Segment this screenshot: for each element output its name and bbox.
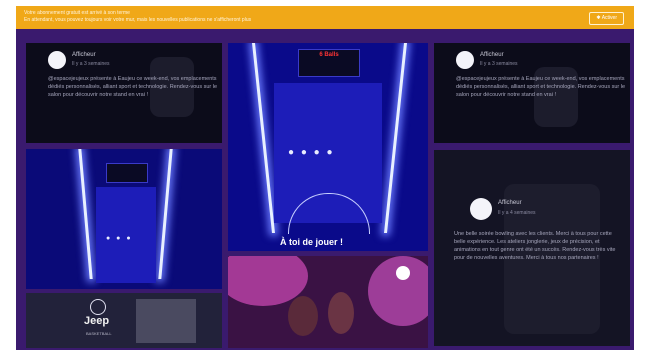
- post-card-3[interactable]: Afficheur Il y a 4 semaines Une belle so…: [434, 150, 630, 346]
- avatar: [470, 198, 492, 220]
- post-date: Il y a 3 semaines: [72, 61, 110, 67]
- light-strip: [158, 149, 173, 279]
- court-photo-small[interactable]: ● ● ●: [26, 149, 222, 289]
- banner-line-1: Votre abonnement gratuit est arrivé à so…: [24, 10, 130, 16]
- jeep-logo: Jeep: [84, 315, 110, 327]
- ball-rack-icon: ● ● ● ●: [288, 147, 335, 158]
- party-photo[interactable]: [228, 256, 428, 348]
- basketball-icon: [90, 299, 106, 315]
- screen-panel: [136, 299, 196, 343]
- scoreboard: 6 Balls: [298, 49, 360, 77]
- post-date: Il y a 3 semaines: [480, 61, 518, 67]
- post-date: Il y a 4 semaines: [498, 210, 536, 216]
- scoreboard: [106, 163, 148, 183]
- scoreboard-label: 6 Balls: [319, 52, 339, 58]
- court-photo-large[interactable]: 6 Balls ● ● ● ● À toi de jouer !: [228, 43, 428, 251]
- post-author: Afficheur: [480, 52, 504, 58]
- post-card-1[interactable]: Afficheur Il y a 3 semaines @espacejeuje…: [26, 43, 222, 143]
- post-author: Afficheur: [498, 200, 522, 206]
- jeep-photo[interactable]: Jeep BASKETBALL: [26, 293, 222, 348]
- banner-line-2: En attendant, vous pouvez toujours voir …: [24, 17, 252, 23]
- post-text: @espacejeujeux présente à Eaujeu ce week…: [456, 76, 626, 98]
- post-author: Afficheur: [72, 52, 96, 58]
- banner-text: Votre abonnement gratuit est arrivé à so…: [24, 10, 251, 24]
- post-card-2[interactable]: Afficheur Il y a 3 semaines @espacejeuje…: [434, 43, 630, 143]
- ball-rack-icon: ● ● ●: [106, 235, 133, 242]
- activate-button[interactable]: ✱ Activer: [589, 12, 624, 25]
- lamp-icon: [396, 266, 410, 280]
- light-strip: [78, 149, 93, 279]
- avatar: [48, 51, 66, 69]
- post-text: Une belle soirée bowling avec les client…: [454, 231, 616, 261]
- light-strip: [252, 43, 275, 233]
- social-wall: Votre abonnement gratuit est arrivé à so…: [16, 6, 634, 350]
- court-caption: À toi de jouer !: [280, 237, 343, 247]
- person: [328, 292, 354, 334]
- person: [288, 296, 318, 336]
- subscription-banner: Votre abonnement gratuit est arrivé à so…: [16, 6, 634, 29]
- light-strip: [384, 43, 407, 233]
- post-text: @espacejeujeux présente à Eaujeu ce week…: [48, 76, 218, 98]
- avatar: [456, 51, 474, 69]
- jeep-logo-sub: BASKETBALL: [86, 331, 112, 336]
